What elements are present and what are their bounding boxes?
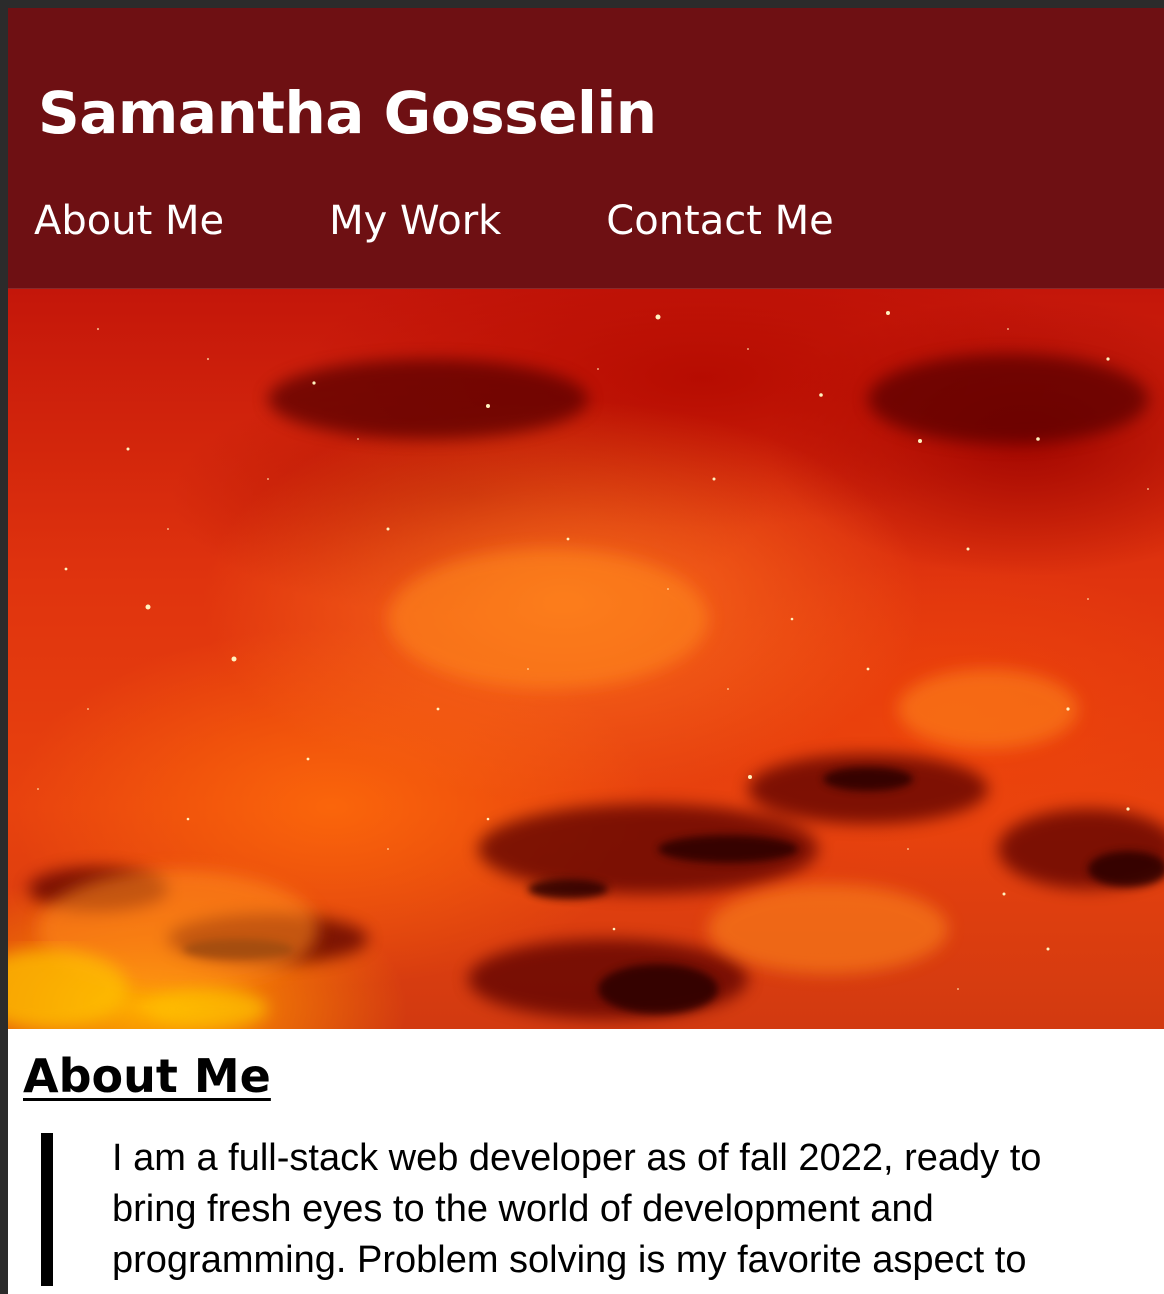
main-nav: About Me My Work Contact Me bbox=[34, 193, 834, 249]
browser-viewport: Samantha Gosselin About Me My Work Conta… bbox=[8, 8, 1164, 1294]
nav-link-contact-me[interactable]: Contact Me bbox=[606, 193, 833, 249]
nav-link-about-me[interactable]: About Me bbox=[34, 193, 224, 249]
hero-banner-image bbox=[8, 289, 1164, 1029]
about-blockquote: I am a full-stack web developer as of fa… bbox=[41, 1133, 1124, 1286]
about-section: About Me I am a full-stack web developer… bbox=[8, 1029, 1164, 1286]
about-heading: About Me bbox=[23, 1049, 271, 1103]
site-header: Samantha Gosselin About Me My Work Conta… bbox=[8, 8, 1164, 289]
nav-link-my-work[interactable]: My Work bbox=[329, 193, 501, 249]
nebula-artwork bbox=[8, 311, 1164, 1029]
site-title: Samantha Gosselin bbox=[38, 79, 657, 147]
